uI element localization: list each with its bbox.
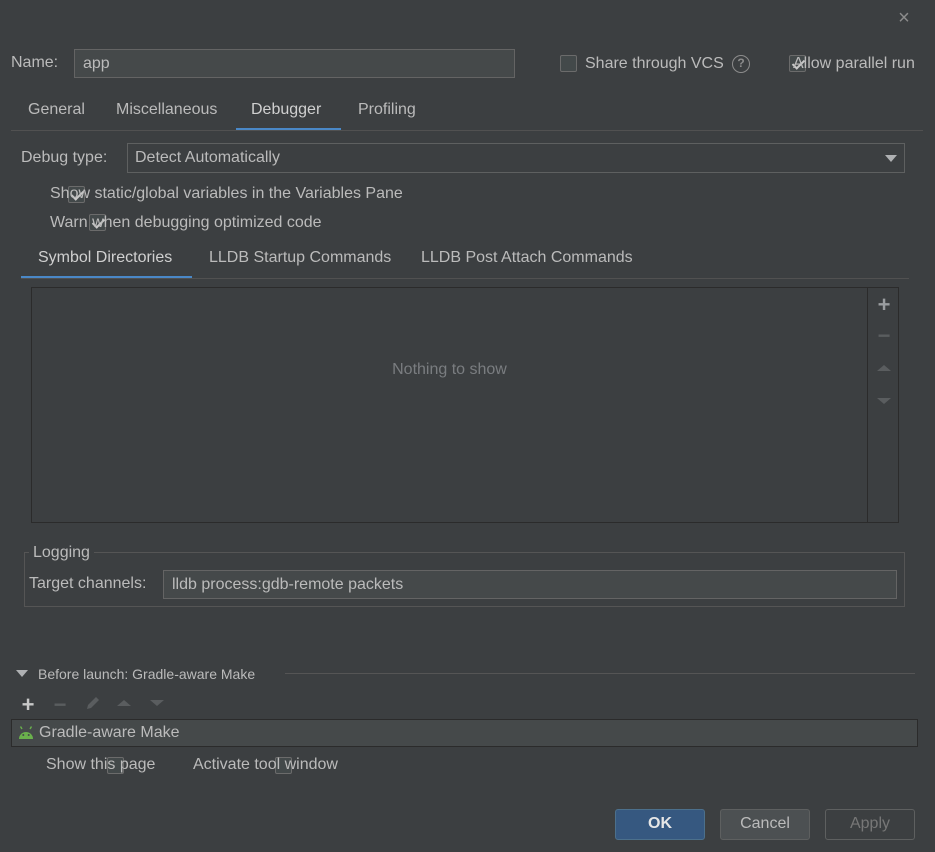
close-icon[interactable]: × (893, 7, 915, 29)
warn-optimized-label: Warn when debugging optimized code (50, 214, 322, 231)
move-down-icon[interactable] (877, 398, 891, 404)
add-icon[interactable]: + (873, 292, 895, 318)
tab-miscellaneous[interactable]: Miscellaneous (116, 101, 217, 119)
subtab-lldb-startup[interactable]: LLDB Startup Commands (209, 249, 391, 267)
remove-icon[interactable]: − (873, 323, 895, 349)
tab-general[interactable]: General (28, 101, 85, 119)
edit-icon[interactable] (84, 694, 102, 717)
list-item: Gradle-aware Make (39, 724, 180, 741)
logging-title: Logging (29, 544, 94, 562)
apply-button[interactable]: Apply (825, 809, 915, 840)
before-launch-list[interactable]: Gradle-aware Make (11, 719, 918, 747)
name-label: Name: (11, 54, 59, 71)
android-icon (18, 726, 34, 745)
tab-profiling[interactable]: Profiling (358, 101, 416, 119)
target-channels-label: Target channels: (29, 575, 147, 592)
cancel-button[interactable]: Cancel (720, 809, 810, 840)
help-icon[interactable]: ? (732, 55, 750, 73)
name-input[interactable] (74, 49, 515, 78)
subtab-symbol-directories[interactable]: Symbol Directories (38, 249, 172, 267)
before-launch-separator (285, 673, 915, 674)
allow-parallel-label: Allow parallel run (793, 55, 915, 72)
show-page-label: Show this page (46, 756, 156, 773)
debug-type-select[interactable]: Detect Automatically (127, 143, 905, 173)
share-vcs-checkbox[interactable] (560, 55, 577, 72)
empty-list-text: Nothing to show (392, 361, 507, 378)
move-down-icon[interactable] (150, 700, 164, 706)
tabs-separator (11, 130, 923, 131)
target-channels-input[interactable] (163, 570, 897, 599)
tab-debugger[interactable]: Debugger (251, 101, 321, 119)
debug-type-value: Detect Automatically (135, 149, 280, 166)
before-launch-title: Before launch: Gradle-aware Make (38, 666, 256, 682)
ok-button[interactable]: OK (615, 809, 705, 840)
chevron-down-icon (885, 154, 897, 162)
subtabs-separator (21, 278, 909, 279)
move-up-icon[interactable] (117, 700, 131, 706)
before-launch-remove-icon[interactable]: − (49, 692, 71, 718)
show-static-label: Show static/global variables in the Vari… (50, 185, 403, 202)
symbol-directories-list[interactable]: Nothing to show + − (31, 287, 899, 523)
share-vcs-label: Share through VCS (585, 55, 724, 72)
activate-tool-label: Activate tool window (193, 756, 338, 773)
subtab-lldb-post-attach[interactable]: LLDB Post Attach Commands (421, 249, 633, 267)
before-launch-add-icon[interactable]: + (17, 692, 39, 718)
debug-type-label: Debug type: (21, 149, 108, 166)
list-side-toolbar: + − (867, 288, 899, 522)
collapse-icon[interactable] (16, 670, 28, 677)
move-up-icon[interactable] (877, 365, 891, 371)
